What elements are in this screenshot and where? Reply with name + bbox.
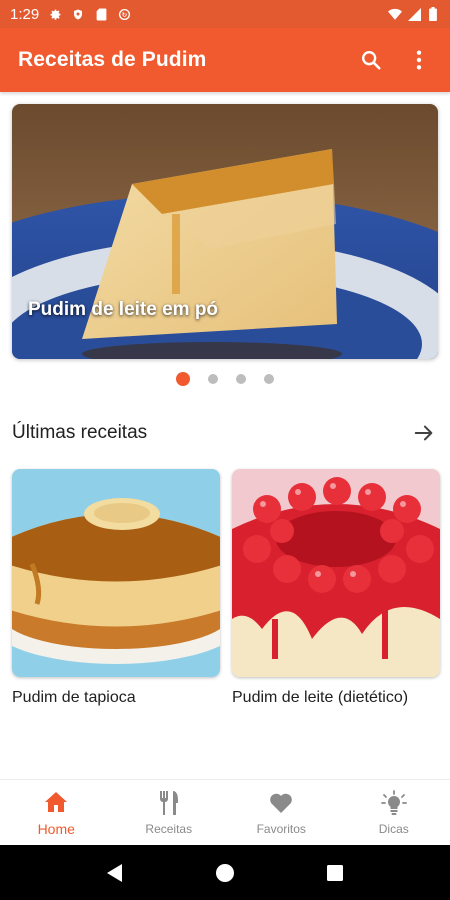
system-home-button[interactable]	[211, 859, 239, 887]
shield-icon	[71, 7, 85, 21]
arrow-right-icon	[414, 425, 433, 441]
fork-knife-icon	[156, 790, 182, 816]
signal-icon	[407, 7, 421, 21]
back-triangle-icon	[107, 863, 122, 882]
app-bar: Receitas de Pudim	[0, 28, 450, 92]
bottom-navigation: Home Receitas Favoritos Dicas	[0, 779, 450, 845]
nav-recipes-label: Receitas	[145, 821, 193, 836]
nav-tips-label: Dicas	[378, 821, 409, 836]
app-actions	[358, 47, 432, 73]
home-circle-icon	[216, 863, 234, 882]
sd-card-icon	[94, 7, 108, 21]
nav-favorites-label: Favoritos	[256, 821, 306, 836]
nav-home-label: Home	[37, 820, 75, 837]
more-vert-icon	[416, 50, 422, 70]
cherry-pudding-image	[232, 469, 440, 677]
more-options-button[interactable]	[406, 47, 432, 73]
lightbulb-icon	[380, 789, 407, 816]
system-back-button[interactable]	[101, 859, 129, 887]
carousel-dot-3[interactable]	[236, 374, 246, 384]
latest-recipes-header: Últimas receitas	[12, 416, 438, 450]
recipe-title: Pudim de tapioca	[12, 689, 136, 706]
latest-recipes-title: Últimas receitas	[12, 422, 148, 443]
status-left: 1:29 ↻	[10, 6, 131, 23]
nav-recipes[interactable]: Receitas	[113, 780, 226, 845]
system-navigation-bar	[0, 845, 450, 900]
nav-favorites[interactable]: Favoritos	[225, 780, 338, 845]
recipe-card[interactable]: Pudim de tapioca	[12, 469, 220, 707]
carousel-dot-4[interactable]	[264, 374, 274, 384]
recipe-thumbnail	[232, 469, 440, 677]
heart-icon	[268, 790, 294, 816]
status-bar: 1:29 ↻	[0, 0, 450, 28]
recents-square-icon	[327, 864, 343, 881]
search-icon	[362, 51, 381, 70]
featured-carousel[interactable]: Pudim de leite em pó	[12, 104, 438, 359]
wifi-icon	[388, 7, 402, 21]
carousel-dot-1[interactable]	[176, 372, 190, 386]
nav-home[interactable]: Home	[0, 780, 113, 845]
carousel-slide-title: Pudim de leite em pó	[28, 299, 219, 320]
recipe-title: Pudim de leite (dietético)	[232, 689, 409, 706]
sync-icon: ↻	[117, 7, 131, 21]
carousel-indicator	[0, 372, 450, 386]
home-icon	[43, 789, 69, 815]
nav-tips[interactable]: Dicas	[338, 780, 450, 845]
recipe-card[interactable]: Pudim de leite (dietético)	[232, 469, 440, 707]
caramel-ring-pudding-image	[12, 469, 220, 677]
battery-icon	[426, 7, 440, 21]
app-title: Receitas de Pudim	[18, 48, 207, 71]
recipe-thumbnail	[12, 469, 220, 677]
status-right	[388, 7, 440, 21]
see-all-button[interactable]	[410, 419, 438, 447]
svg-text:↻: ↻	[121, 10, 126, 18]
gear-icon	[48, 7, 62, 21]
carousel-dot-2[interactable]	[208, 374, 218, 384]
search-button[interactable]	[358, 47, 384, 73]
status-time: 1:29	[10, 5, 40, 23]
system-recents-button[interactable]	[321, 859, 349, 887]
